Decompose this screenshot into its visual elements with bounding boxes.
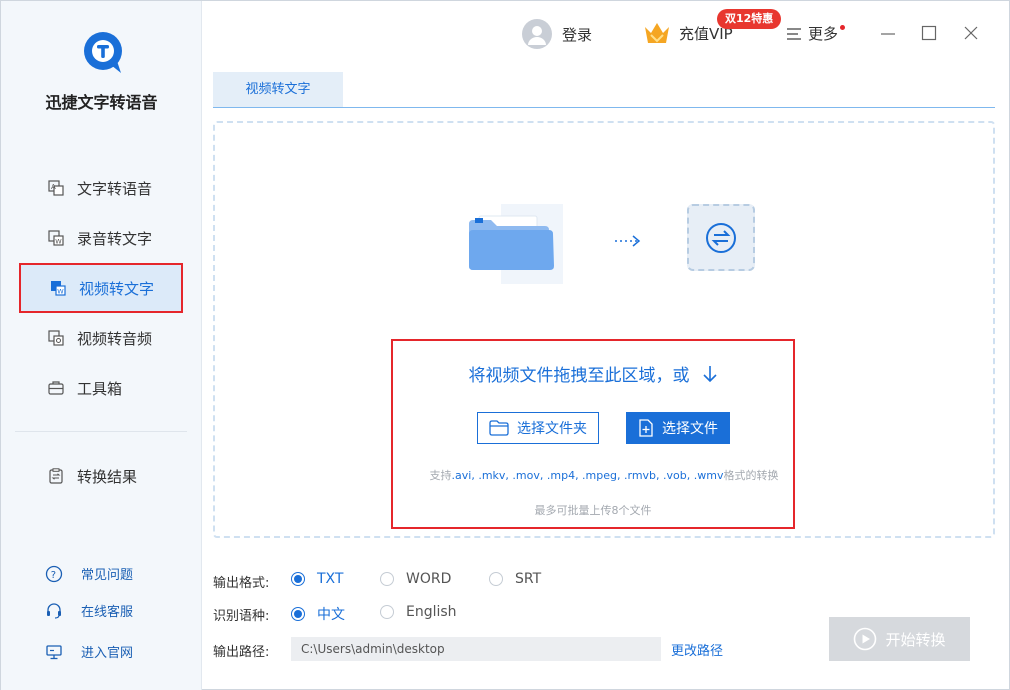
sidebar-item-label: 转换结果 [77, 467, 138, 486]
choose-file-button[interactable]: 选择文件 [626, 412, 730, 444]
sidebar-item-video-to-text[interactable]: W 视频转文字 [19, 263, 183, 313]
sidebar-item-toolbox[interactable]: 工具箱 [19, 363, 183, 413]
more-menu-button[interactable]: 更多 [786, 23, 846, 44]
text-to-speech-icon: A [47, 179, 65, 197]
online-support-link[interactable]: 在线客服 [45, 601, 133, 620]
video-to-audio-icon [47, 329, 65, 347]
video-to-text-icon: W [49, 279, 67, 297]
close-button[interactable] [961, 23, 981, 43]
dotted-arrow-icon [613, 233, 643, 247]
promo-badge: 双12特惠 [717, 9, 782, 29]
radio-format-srt[interactable]: SRT [489, 571, 541, 587]
headset-icon [45, 602, 63, 620]
minimize-icon [881, 33, 895, 35]
svg-text:A: A [51, 183, 56, 191]
radio-label: English [406, 604, 457, 620]
menu-icon [786, 27, 802, 41]
crown-icon [643, 21, 671, 45]
drop-prompt-text: 将视频文件拖拽至此区域，或 [468, 366, 690, 386]
formats-suffix: 格式的转换 [723, 469, 779, 482]
faq-label: 常见问题 [81, 568, 134, 583]
recording-to-text-icon: W [47, 229, 65, 247]
maximize-icon [921, 25, 937, 41]
sidebar-item-label: 录音转文字 [77, 229, 153, 248]
drop-prompt: 将视频文件拖拽至此区域，或 [391, 361, 795, 386]
toolbox-icon [47, 379, 65, 397]
radio-dot [291, 607, 305, 621]
choose-folder-button[interactable]: 选择文件夹 [477, 412, 599, 444]
online-support-label: 在线客服 [81, 605, 134, 620]
notification-dot [840, 25, 846, 30]
more-label: 更多 [808, 25, 839, 43]
arrow-down-icon [702, 365, 718, 383]
radio-label: 中文 [317, 607, 345, 623]
radio-language-chinese[interactable]: 中文 [291, 604, 345, 624]
results-icon [47, 467, 65, 485]
sidebar-item-video-to-audio[interactable]: 视频转音频 [19, 313, 183, 363]
official-site-label: 进入官网 [81, 646, 134, 661]
minimize-button[interactable] [878, 23, 898, 43]
folder-icon [467, 204, 563, 284]
sidebar-item-label: 文字转语音 [77, 179, 153, 198]
svg-text:W: W [57, 288, 64, 296]
svg-text:W: W [55, 238, 62, 246]
radio-language-english[interactable]: English [380, 604, 457, 620]
radio-dot [489, 572, 503, 586]
radio-label: TXT [317, 571, 344, 587]
sidebar-item-recording-to-text[interactable]: W 录音转文字 [19, 213, 183, 263]
radio-label: WORD [406, 571, 452, 587]
login-label: 登录 [562, 25, 593, 44]
faq-link[interactable]: ? 常见问题 [45, 564, 133, 583]
sidebar-item-results[interactable]: 转换结果 [19, 451, 183, 501]
output-format-label: 输出格式: [213, 576, 270, 591]
radio-dot [291, 572, 305, 586]
output-path-label: 输出路径: [213, 645, 270, 660]
official-site-link[interactable]: 进入官网 [45, 642, 133, 661]
avatar [522, 19, 552, 49]
change-path-link[interactable]: 更改路径 [671, 640, 723, 659]
monitor-icon [45, 643, 63, 661]
choose-file-label: 选择文件 [662, 421, 718, 437]
maximize-button[interactable] [919, 23, 939, 43]
app-name: 迅捷文字转语音 [45, 93, 158, 112]
batch-note: 最多可批量上传8个文件 [534, 504, 652, 517]
sidebar-item-text-to-speech[interactable]: A 文字转语音 [19, 163, 183, 213]
output-path-field[interactable] [291, 637, 661, 661]
supported-formats: 支持.avi, .mkv, .mov, .mp4, .mpeg, .rmvb, … [391, 467, 817, 483]
folder-outline-icon [489, 420, 509, 436]
radio-dot [380, 605, 394, 619]
sidebar-item-label: 视频转音频 [77, 329, 153, 348]
radio-format-txt[interactable]: TXT [291, 571, 343, 587]
sidebar-item-label: 工具箱 [77, 379, 123, 398]
close-icon [964, 26, 978, 40]
play-circle-icon [853, 627, 877, 651]
language-label: 识别语种: [213, 609, 270, 624]
login-button[interactable]: 登录 [522, 19, 592, 49]
radio-dot [380, 572, 394, 586]
radio-format-word[interactable]: WORD [380, 571, 451, 587]
app-logo-icon [81, 29, 125, 77]
tab-video-to-text[interactable]: 视频转文字 [213, 72, 343, 108]
question-icon: ? [45, 565, 63, 583]
choose-folder-label: 选择文件夹 [517, 421, 587, 437]
formats-prefix: 支持 [429, 469, 452, 482]
sidebar-item-label: 视频转文字 [79, 279, 155, 298]
start-conversion-label: 开始转换 [885, 630, 946, 649]
formats-list: .avi, .mkv, .mov, .mp4, .mpeg, .rmvb, .v… [451, 469, 724, 482]
sidebar: 迅捷文字转语音 A 文字转语音 W 录音转文字 W 视频转文字 视频转音频 工具… [1, 1, 202, 690]
svg-text:?: ? [51, 570, 56, 581]
app-window: 迅捷文字转语音 A 文字转语音 W 录音转文字 W 视频转文字 视频转音频 工具… [0, 0, 1010, 690]
add-file-icon [638, 419, 654, 437]
start-conversion-button[interactable]: 开始转换 [829, 617, 970, 661]
tab-underline [213, 107, 995, 108]
radio-label: SRT [515, 571, 542, 587]
convert-icon [687, 204, 755, 271]
sidebar-divider [15, 431, 187, 432]
